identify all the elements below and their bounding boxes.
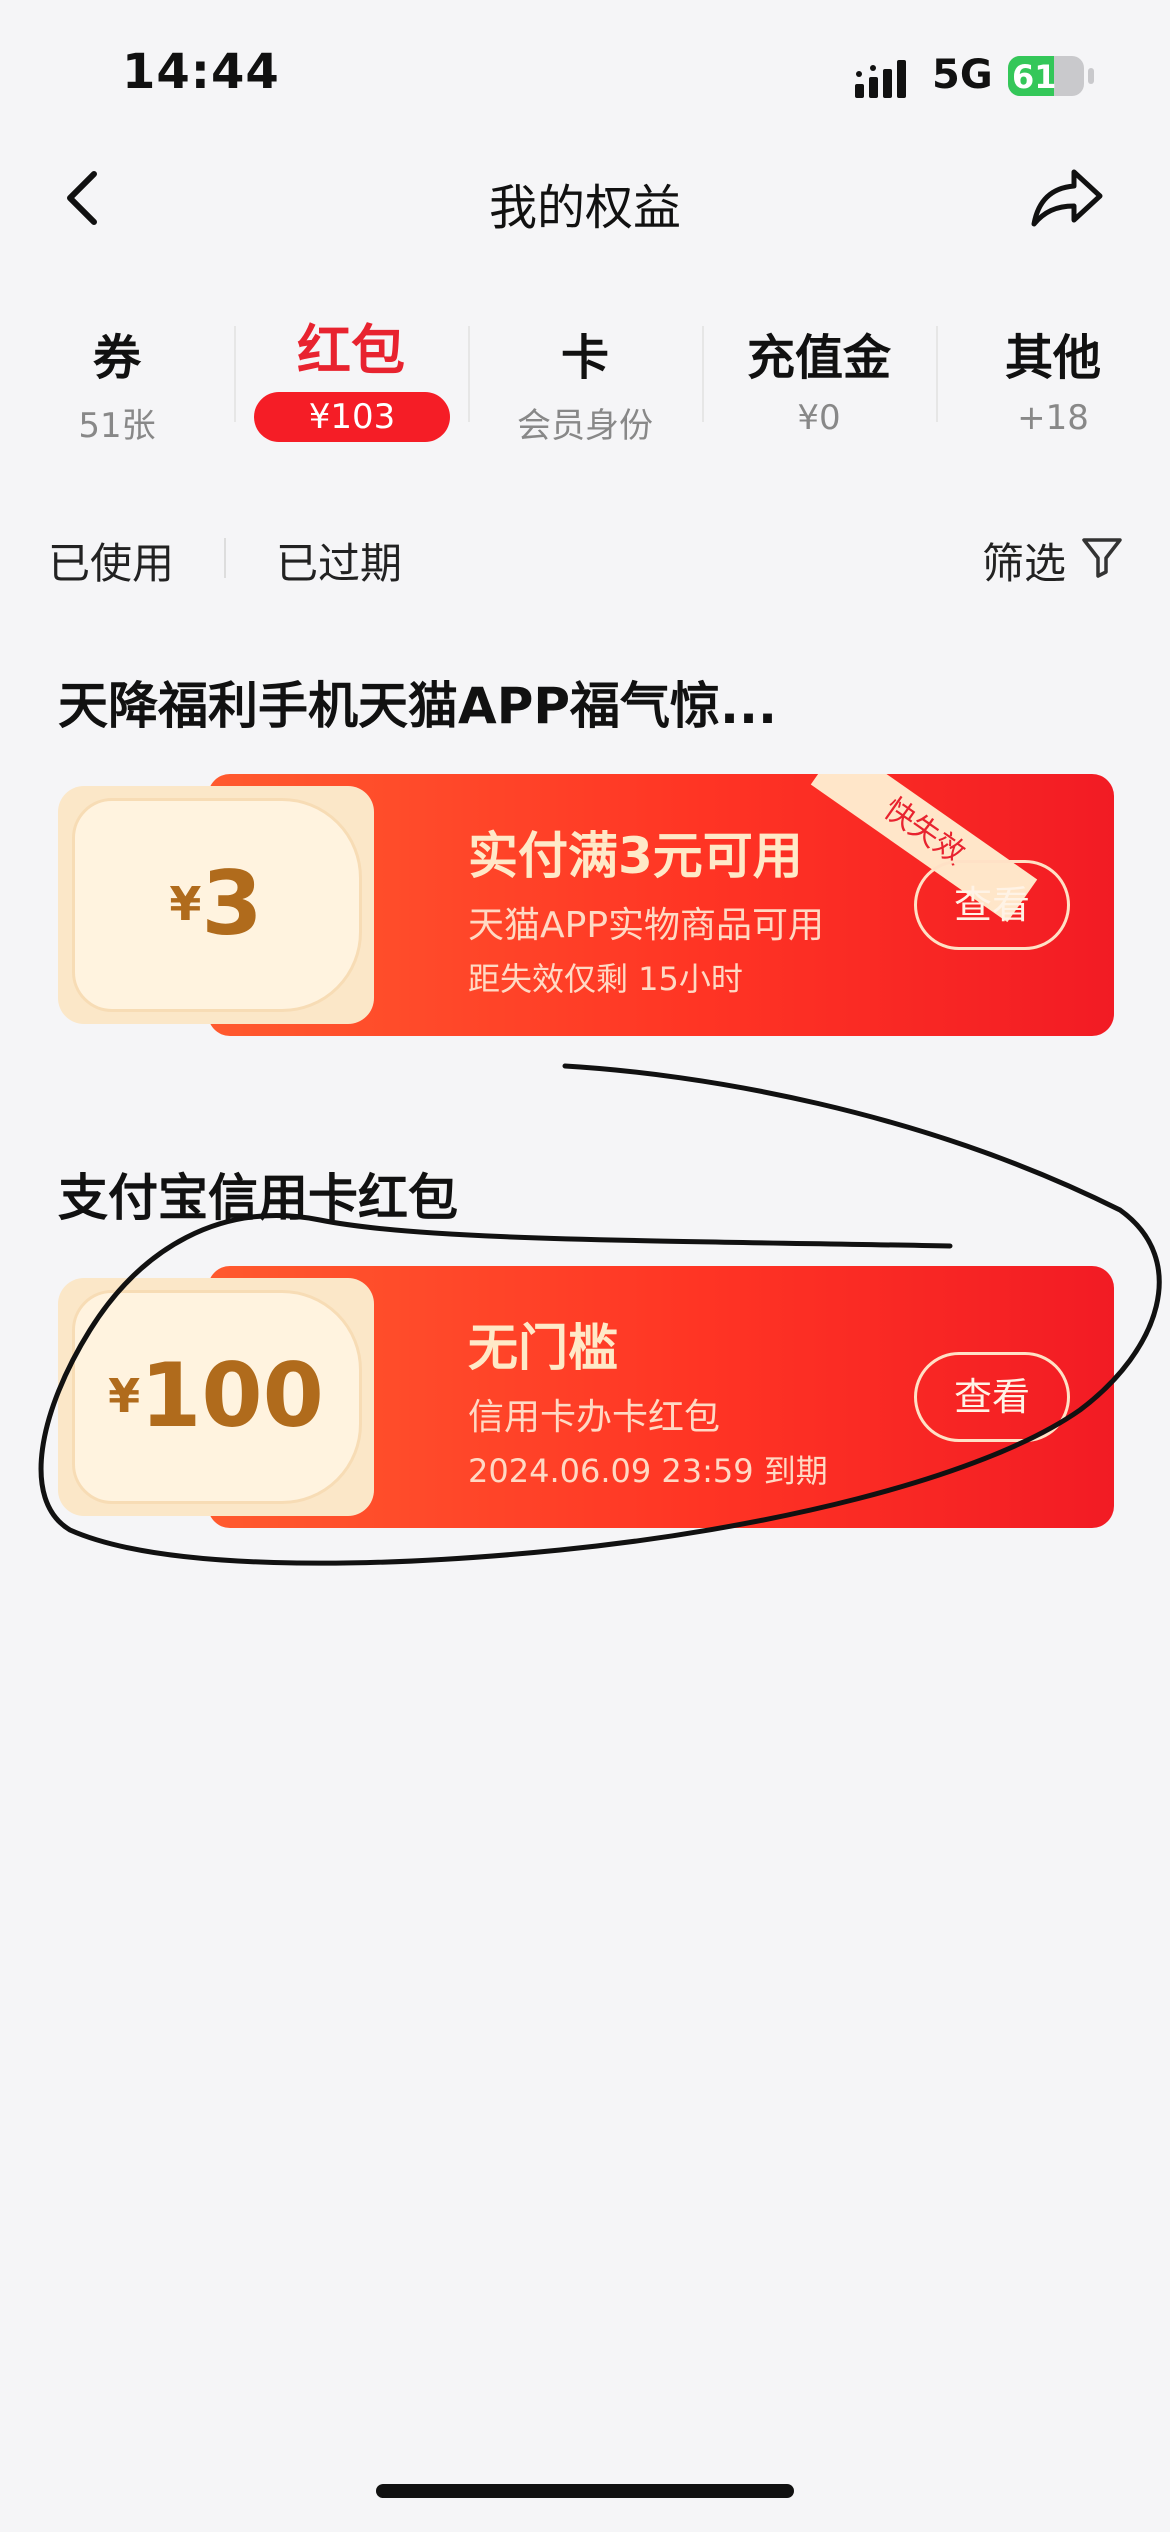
battery-percent: 61 <box>1012 58 1057 96</box>
section-title: 支付宝信用卡红包 <box>58 1169 458 1227</box>
coupon-amount: ¥100 <box>58 1344 374 1447</box>
section-title: 天降福利手机天猫APP福气惊... <box>58 677 777 735</box>
coupon-value-stub: ¥100 <box>58 1278 374 1516</box>
home-indicator <box>376 2484 794 2498</box>
tab-cards[interactable]: 卡 会员身份 <box>468 290 702 470</box>
coupon-expiry: 距失效仅剩 15小时 <box>468 960 743 998</box>
coupon-value-stub: ¥3 <box>58 786 374 1024</box>
tab-title: 其他 <box>1004 330 1101 386</box>
coupon-condition: 实付满3元可用 <box>468 827 803 885</box>
tab-amount-badge: ¥103 <box>254 392 450 442</box>
page-title: 我的权益 <box>488 180 681 236</box>
battery-icon: 61 <box>1008 56 1084 96</box>
amount-value: 100 <box>140 1344 324 1447</box>
currency-symbol: ¥ <box>108 1369 141 1423</box>
amount-value: 3 <box>201 852 263 955</box>
tab-title: 充值金 <box>746 330 891 386</box>
view-button[interactable]: 查看 <box>914 860 1070 950</box>
filter-row: 已使用 已过期 筛选 <box>0 520 1170 600</box>
status-bar: 14:44 5G 61 <box>0 0 1170 140</box>
tab-title: 红包 <box>297 319 405 382</box>
tab-subtitle: 会员身份 <box>517 406 653 446</box>
filter-divider <box>224 538 226 578</box>
tab-red-packets[interactable]: 红包 ¥103 <box>234 290 468 470</box>
tab-coupons[interactable]: 券 51张 <box>0 290 234 470</box>
status-time: 14:44 <box>122 44 280 100</box>
tab-recharge[interactable]: 充值金 ¥0 <box>702 290 936 470</box>
coupon-condition: 无门槛 <box>468 1319 618 1377</box>
tab-subtitle: 51张 <box>78 406 156 446</box>
tab-subtitle: +18 <box>1017 398 1089 438</box>
benefits-page: 14:44 5G 61 我的权益 券 51张 红包 ¥103 卡 会员身份 充值… <box>0 0 1170 2532</box>
filter-expired-button[interactable]: 已过期 <box>276 530 402 591</box>
coupon-card[interactable]: ¥100 无门槛 信用卡办卡红包 2024.06.09 23:59 到期 查看 <box>58 1266 1114 1528</box>
coupon-description: 天猫APP实物商品可用 <box>468 905 825 946</box>
coupon-card[interactable]: 快失效 ¥3 实付满3元可用 天猫APP实物商品可用 距失效仅剩 15小时 查看 <box>58 774 1114 1036</box>
tab-others[interactable]: 其他 +18 <box>936 290 1170 470</box>
tab-title: 券 <box>92 330 141 386</box>
benefit-tabs: 券 51张 红包 ¥103 卡 会员身份 充值金 ¥0 其他 +18 <box>0 290 1170 470</box>
battery-tip <box>1088 68 1094 84</box>
tab-subtitle: ¥0 <box>797 398 841 438</box>
filter-button[interactable]: 筛选 <box>982 530 1122 591</box>
filter-label: 筛选 <box>982 539 1067 588</box>
coupon-amount: ¥3 <box>58 852 374 955</box>
filter-used-button[interactable]: 已使用 <box>48 530 174 591</box>
share-arrow-icon[interactable] <box>1030 166 1104 230</box>
tab-title: 卡 <box>560 330 609 386</box>
currency-symbol: ¥ <box>169 877 202 931</box>
signal-icon <box>855 60 906 98</box>
coupon-expiry: 2024.06.09 23:59 到期 <box>468 1452 828 1490</box>
coupon-description: 信用卡办卡红包 <box>468 1397 721 1438</box>
network-type: 5G <box>932 52 993 98</box>
view-button[interactable]: 查看 <box>914 1352 1070 1442</box>
funnel-icon <box>1082 538 1122 578</box>
